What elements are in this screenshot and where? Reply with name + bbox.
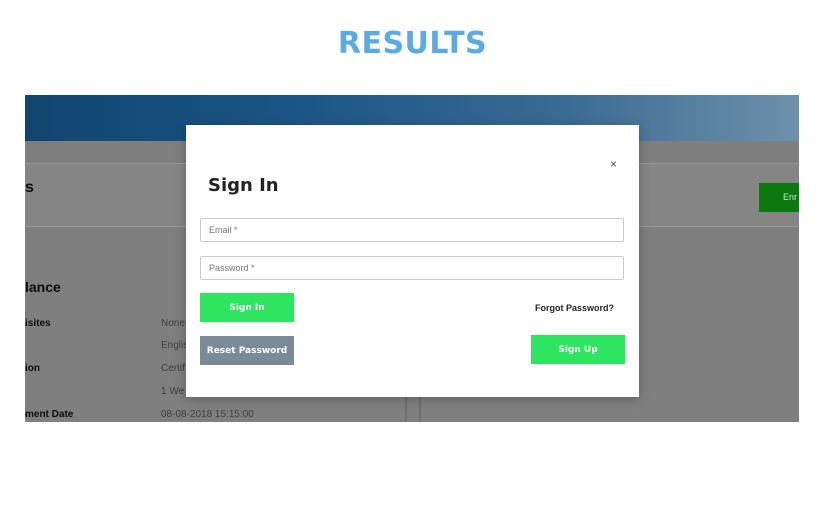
detail-row-value: Certif [161, 363, 185, 374]
modal-title: Sign In [208, 175, 279, 196]
sign-in-button[interactable]: Sign In [200, 293, 294, 322]
detail-row-label: isites [25, 318, 51, 329]
details-subheading: lance [25, 279, 61, 295]
detail-row-value: Englis [161, 340, 189, 351]
results-heading: RESULTS [337, 26, 488, 61]
password-field[interactable] [200, 256, 624, 280]
sign-up-button[interactable]: Sign Up [531, 335, 625, 364]
detail-row-label: ion [25, 363, 40, 374]
course-section-heading: s [25, 179, 34, 196]
reset-password-button[interactable]: Reset Password [200, 336, 294, 365]
email-field[interactable] [200, 218, 624, 242]
detail-row-value: None [161, 318, 185, 329]
detail-row-label: ment Date [25, 409, 74, 420]
sign-in-modal: × Sign In Sign In Forgot Password? Reset… [186, 125, 639, 397]
forgot-password-link[interactable]: Forgot Password? [535, 303, 614, 313]
close-icon[interactable]: × [610, 158, 617, 170]
enroll-button[interactable]: Enr [759, 183, 799, 212]
detail-row-value: 1 We [161, 386, 185, 397]
detail-row-value: 08-08-2018 15:15:00 [161, 409, 254, 420]
